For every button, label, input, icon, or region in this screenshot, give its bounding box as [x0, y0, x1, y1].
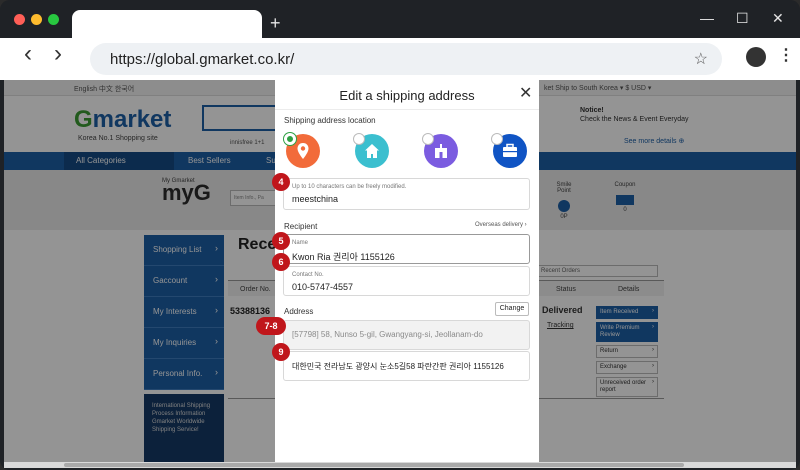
close-window-dot[interactable]	[14, 14, 25, 25]
contact-field[interactable]: Contact No. 010-5747-4557	[283, 266, 530, 296]
minimize-icon[interactable]: —	[700, 9, 714, 27]
annotation-badge: 9	[272, 343, 290, 361]
name-value: Kwon Ria 권리아 1155126	[292, 252, 395, 262]
forward-icon[interactable]: ›	[54, 42, 62, 66]
nickname-value: meestchina	[292, 194, 339, 204]
name-label: Name	[292, 240, 309, 246]
annotation-badge: 7-8	[256, 317, 286, 335]
pin-icon	[297, 143, 309, 159]
location-work-radio[interactable]	[491, 133, 503, 145]
horizontal-scrollbar[interactable]	[4, 462, 796, 468]
browser-tab[interactable]	[72, 10, 262, 40]
address-line2: 대한민국 전라남도 광양시 눈소5길58 파란간판 권리아 1155126	[292, 362, 504, 371]
contact-label: Contact No.	[292, 272, 324, 278]
address-line2-field[interactable]: 대한민국 전라남도 광양시 눈소5길58 파란간판 권리아 1155126	[283, 351, 530, 381]
modal-header: Edit a shipping address ✕	[275, 80, 539, 110]
overseas-delivery-link[interactable]: Overseas delivery ›	[475, 222, 527, 228]
address-bar: ‹ › https://global.gmarket.co.kr/ ☆ ⋮	[0, 38, 800, 80]
nickname-field[interactable]: Up to 10 characters can be freely modifi…	[283, 178, 530, 210]
address-line1-field: [57798] 58, Nunso 5-gil, Gwangyang-si, J…	[283, 320, 530, 350]
location-home-radio[interactable]	[353, 133, 365, 145]
annotation-badge: 4	[272, 173, 290, 191]
url-field[interactable]: https://global.gmarket.co.kr/ ☆	[90, 43, 722, 75]
location-office-radio[interactable]	[422, 133, 434, 145]
annotation-badge: 6	[272, 253, 290, 271]
location-label: Shipping address location	[284, 116, 376, 125]
url-text: https://global.gmarket.co.kr/	[110, 51, 295, 68]
maximize-icon[interactable]: ☐	[736, 9, 749, 27]
new-tab-button[interactable]: +	[270, 12, 281, 34]
location-pin-radio[interactable]	[284, 133, 296, 145]
close-icon[interactable]: ✕	[519, 86, 532, 102]
annotation-badge: 5	[272, 232, 290, 250]
minimize-window-dot[interactable]	[31, 14, 42, 25]
title-bar: + — ☐ ✕	[0, 0, 800, 40]
change-address-button[interactable]: Change	[495, 302, 529, 316]
address-line1: [57798] 58, Nunso 5-gil, Gwangyang-si, J…	[292, 330, 483, 339]
zoom-window-dot[interactable]	[48, 14, 59, 25]
recipient-label: Recipient	[284, 222, 318, 231]
office-building-icon	[435, 144, 447, 158]
edit-address-modal: Edit a shipping address ✕ Shipping addre…	[275, 80, 539, 464]
scrollbar-thumb[interactable]	[64, 463, 684, 467]
profile-avatar-icon[interactable]	[746, 47, 766, 67]
modal-title: Edit a shipping address	[339, 88, 475, 103]
contact-value: 010-5747-4557	[292, 282, 354, 292]
close-icon[interactable]: ✕	[772, 9, 784, 27]
name-field[interactable]: Name Kwon Ria 권리아 1155126	[283, 234, 530, 264]
browser-window: + — ☐ ✕ ‹ › https://global.gmarket.co.kr…	[0, 0, 800, 470]
home-icon	[365, 144, 379, 158]
address-label: Address	[284, 307, 314, 316]
bookmark-star-icon[interactable]: ☆	[694, 49, 708, 69]
briefcase-icon	[503, 143, 517, 157]
browser-menu-icon[interactable]: ⋮	[778, 46, 794, 66]
back-icon[interactable]: ‹	[24, 42, 32, 66]
nickname-hint: Up to 10 characters can be freely modifi…	[292, 184, 407, 190]
